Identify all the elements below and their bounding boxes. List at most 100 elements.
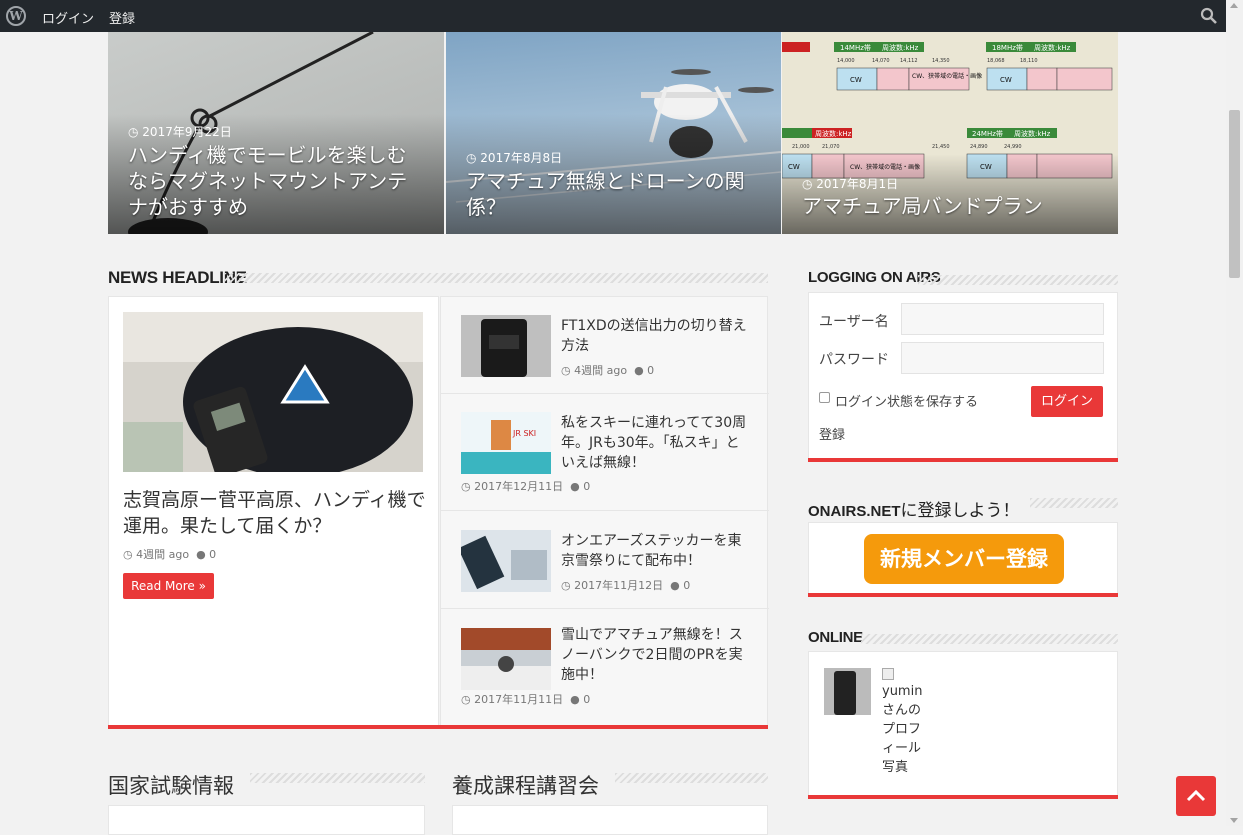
item-meta: ◷ 2017年11月12日 ● 0 [561, 579, 691, 592]
comment-icon: ● [670, 579, 680, 592]
comment-icon: ● [570, 480, 580, 493]
svg-text:14MHz帯: 14MHz帯 [840, 43, 871, 52]
svg-text:14,350: 14,350 [932, 58, 950, 64]
signup-widget: 新規メンバー登録 [808, 522, 1118, 595]
slider-item-drone[interactable]: ◷ 2017年8月8日 アマチュア無線とドローンの関係？ [446, 32, 781, 234]
scroll-thumb[interactable] [1229, 110, 1240, 278]
svg-text:周波数:kHz: 周波数:kHz [1034, 43, 1071, 52]
training-course-heading: 養成課程講習会 [452, 774, 599, 798]
login-bottom-bar [808, 458, 1118, 462]
slide-date: ◷ 2017年8月8日 [466, 151, 563, 165]
slide-title[interactable]: アマチュア無線とドローンの関係？ [466, 168, 761, 220]
helmet-radio-photo[interactable] [123, 312, 423, 472]
item-thumbnail: JR SKI [461, 412, 551, 474]
comment-icon: ● [570, 693, 580, 706]
svg-text:24,890: 24,890 [970, 144, 988, 150]
heading-stripe [918, 275, 1118, 285]
signup-heading: ONAIRS.NETに登録しよう！ [808, 501, 1020, 521]
main-article-title[interactable]: 志賀高原ー菅平高原、ハンディ機で運用。果たして届くか？ [123, 487, 428, 539]
svg-text:14,112: 14,112 [900, 58, 918, 64]
scrollbar[interactable] [1226, 0, 1243, 826]
slide-title[interactable]: アマチュア局バンドプラン [802, 193, 1098, 219]
item-thumbnail [461, 628, 551, 690]
list-item[interactable]: 雪山でアマチュア無線を！スノーバンクで2日間のPRを実施中！ ◷ 2017年11… [441, 610, 769, 725]
signup-button[interactable]: 新規メンバー登録 [864, 534, 1064, 584]
slide-title[interactable]: ハンディ機でモービルを楽しむならマグネットマウントアンテナがおすすめ [128, 142, 424, 220]
signup-bottom-bar [808, 593, 1118, 597]
news-list: FT1XDの送信出力の切り替え方法 ◷ 4週間 ago ● 0 JR SKI 私… [440, 296, 769, 726]
register-link[interactable]: 登録 [109, 8, 135, 27]
item-title[interactable]: FT1XDの送信出力の切り替え方法 [561, 316, 751, 356]
item-meta: ◷ 2017年11月11日 ● 0 [461, 693, 591, 706]
item-thumbnail [461, 315, 551, 377]
news-main-card: 志賀高原ー菅平高原、ハンディ機で運用。果たして届くか？ ◷ 4週間 ago ● … [108, 296, 439, 726]
exam-info-box [108, 805, 425, 835]
chevron-up-icon [1186, 789, 1206, 802]
exam-info-heading: 国家試験情報 [108, 774, 234, 798]
svg-text:14,000: 14,000 [837, 58, 855, 64]
admin-bar: W ログイン 登録 [0, 0, 1226, 32]
svg-text:18MHz帯: 18MHz帯 [992, 43, 1023, 52]
profile-image-alt[interactable]: yumin さんのプロフィール写真 [882, 682, 930, 777]
svg-text:CW: CW [1000, 76, 1012, 84]
online-bottom-bar [808, 795, 1118, 799]
svg-text:24MHz帯: 24MHz帯 [972, 129, 1003, 138]
read-more-button[interactable]: Read More » [123, 573, 214, 599]
search-icon[interactable] [1200, 7, 1218, 25]
item-thumbnail [461, 530, 551, 592]
list-item[interactable]: オンエアーズステッカーを東京雪祭りにて配布中！ ◷ 2017年11月12日 ● … [441, 512, 769, 609]
svg-text:21,450: 21,450 [932, 144, 950, 150]
svg-text:14,070: 14,070 [872, 58, 890, 64]
back-to-top-button[interactable] [1176, 776, 1216, 816]
username-label: ユーザー名 [819, 314, 889, 330]
heading-stripe [224, 273, 768, 283]
slide-date: ◷ 2017年8月1日 [802, 177, 899, 191]
online-widget: yumin さんのプロフィール写真 [808, 651, 1118, 796]
login-link[interactable]: ログイン [42, 8, 94, 27]
comment-icon: ● [196, 548, 206, 561]
password-label: パスワード [819, 352, 889, 368]
user-avatar[interactable] [824, 668, 871, 715]
svg-text:周波数:kHz: 周波数:kHz [882, 43, 919, 52]
item-title[interactable]: 雪山でアマチュア無線を！スノーバンクで2日間のPRを実施中！ [561, 625, 751, 685]
register-link[interactable]: 登録 [819, 424, 845, 443]
svg-text:CW: CW [850, 76, 862, 84]
item-title[interactable]: 私をスキーに連れってて30周年。JRも30年。「私スキ」といえば無線！ [561, 413, 751, 473]
item-meta: ◷ 4週間 ago ● 0 [561, 364, 655, 377]
login-widget: ユーザー名 パスワード ログイン状態を保存する ログイン 登録 [808, 292, 1118, 459]
svg-text:18,110: 18,110 [1020, 58, 1038, 64]
remember-label[interactable]: ログイン状態を保存する [835, 391, 978, 410]
training-course-box [452, 805, 768, 835]
scroll-up-arrow-icon[interactable] [1230, 3, 1238, 8]
heading-stripe [615, 773, 768, 783]
password-input[interactable] [901, 342, 1104, 374]
svg-text:周波数:kHz: 周波数:kHz [1014, 129, 1051, 138]
item-meta: ◷ 2017年12月11日 ● 0 [461, 480, 591, 493]
item-title[interactable]: オンエアーズステッカーを東京雪祭りにて配布中！ [561, 531, 751, 571]
list-item[interactable]: FT1XDの送信出力の切り替え方法 ◷ 4週間 ago ● 0 [441, 297, 769, 394]
main-article-meta: ◷ 4週間 ago ● 0 [123, 548, 217, 561]
svg-text:周波数:kHz: 周波数:kHz [815, 129, 852, 138]
svg-text:21,070: 21,070 [822, 144, 840, 150]
svg-text:21,000: 21,000 [792, 144, 810, 150]
svg-text:24,990: 24,990 [1004, 144, 1022, 150]
broken-image-icon [882, 668, 894, 680]
svg-text:18,068: 18,068 [987, 58, 1005, 64]
online-heading: ONLINE [808, 629, 863, 646]
comment-icon: ● [634, 364, 644, 377]
list-item[interactable]: JR SKI 私をスキーに連れってて30周年。JRも30年。「私スキ」といえば無… [441, 395, 769, 511]
heading-stripe [861, 634, 1118, 644]
slider-item-antenna[interactable]: ◷ 2017年9月22日 ハンディ機でモービルを楽しむならマグネットマウントアン… [108, 32, 444, 234]
slider-item-bandplan[interactable]: 14MHz帯 周波数:kHz 18MHz帯 周波数:kHz 14,000 14,… [782, 32, 1118, 234]
wordpress-logo-icon[interactable]: W [6, 6, 26, 26]
heading-stripe [1030, 498, 1118, 508]
svg-text:JR SKI: JR SKI [512, 429, 536, 438]
heading-stripe [250, 773, 425, 783]
remember-checkbox[interactable] [819, 392, 830, 403]
username-input[interactable] [901, 303, 1104, 335]
slide-date: ◷ 2017年9月22日 [128, 125, 232, 139]
scroll-down-arrow-icon[interactable] [1230, 818, 1238, 823]
login-button[interactable]: ログイン [1031, 386, 1103, 417]
svg-text:CW、狭帯域の電話・画像: CW、狭帯域の電話・画像 [912, 72, 982, 80]
news-bottom-bar [108, 725, 768, 729]
